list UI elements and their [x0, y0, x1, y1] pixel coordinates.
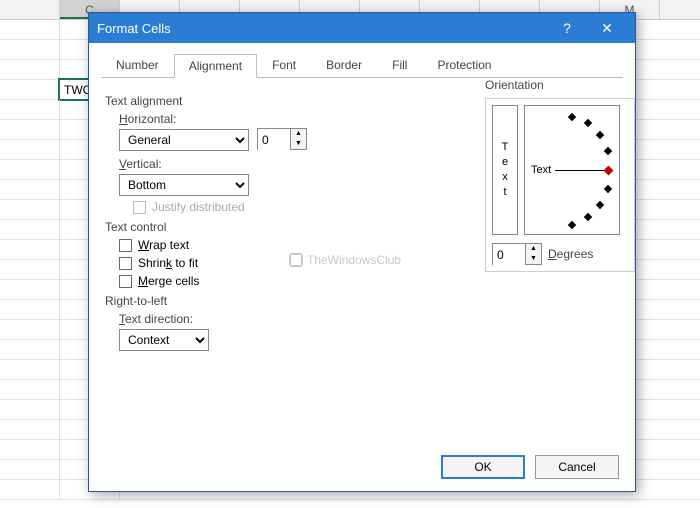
tabs: Number Alignment Font Border Fill Protec… — [89, 43, 635, 77]
indent-up[interactable]: ▲ — [291, 129, 306, 139]
orientation-group: Orientation Text Text — [485, 78, 635, 272]
col-header-blank — [0, 0, 60, 19]
indent-input[interactable] — [258, 129, 290, 151]
deg-up[interactable]: ▲ — [526, 244, 541, 254]
merge-cells-check[interactable]: Merge cells — [119, 274, 425, 288]
justify-distributed-check: Justify distributed — [133, 200, 425, 214]
dialog-title: Format Cells — [97, 21, 547, 36]
rtl-group: Right-to-left — [105, 294, 425, 308]
titlebar[interactable]: Format Cells ? ✕ — [89, 13, 635, 43]
wrap-text-check[interactable]: Wrap text — [119, 238, 425, 252]
tab-fill[interactable]: Fill — [377, 53, 422, 77]
text-direction-label: Text direction: — [119, 312, 193, 326]
text-control-group: Text control — [105, 220, 425, 234]
vertical-select[interactable]: Bottom — [119, 174, 249, 196]
text-direction-select[interactable]: Context — [119, 329, 209, 351]
watermark: TheWindowsClub — [289, 253, 401, 267]
tab-protection[interactable]: Protection — [422, 53, 506, 77]
tab-alignment[interactable]: Alignment — [174, 54, 257, 78]
indent-spinner[interactable]: ▲▼ — [257, 128, 307, 150]
vertical-text-button[interactable]: Text — [492, 105, 518, 235]
cancel-button[interactable]: Cancel — [535, 455, 619, 479]
indent-down[interactable]: ▼ — [291, 139, 306, 149]
orientation-dial[interactable]: Text — [524, 105, 620, 235]
degrees-label: Degrees — [548, 247, 593, 261]
help-button[interactable]: ? — [547, 20, 587, 36]
degrees-spinner[interactable]: ▲▼ — [492, 243, 542, 265]
tab-number[interactable]: Number — [101, 53, 174, 77]
close-button[interactable]: ✕ — [587, 20, 627, 37]
horizontal-label: HHorizontal:orizontal: — [119, 112, 176, 126]
deg-down[interactable]: ▼ — [526, 254, 541, 264]
ok-button[interactable]: OK — [441, 455, 525, 479]
tab-border[interactable]: Border — [311, 53, 377, 77]
text-alignment-group: Text alignment — [105, 94, 425, 108]
vertical-label: Vertical: — [119, 157, 162, 171]
horizontal-select[interactable]: General — [119, 129, 249, 151]
format-cells-dialog: Format Cells ? ✕ Number Alignment Font B… — [88, 12, 636, 492]
tab-font[interactable]: Font — [257, 53, 311, 77]
degrees-input[interactable] — [493, 244, 525, 266]
watermark-icon — [289, 253, 303, 267]
